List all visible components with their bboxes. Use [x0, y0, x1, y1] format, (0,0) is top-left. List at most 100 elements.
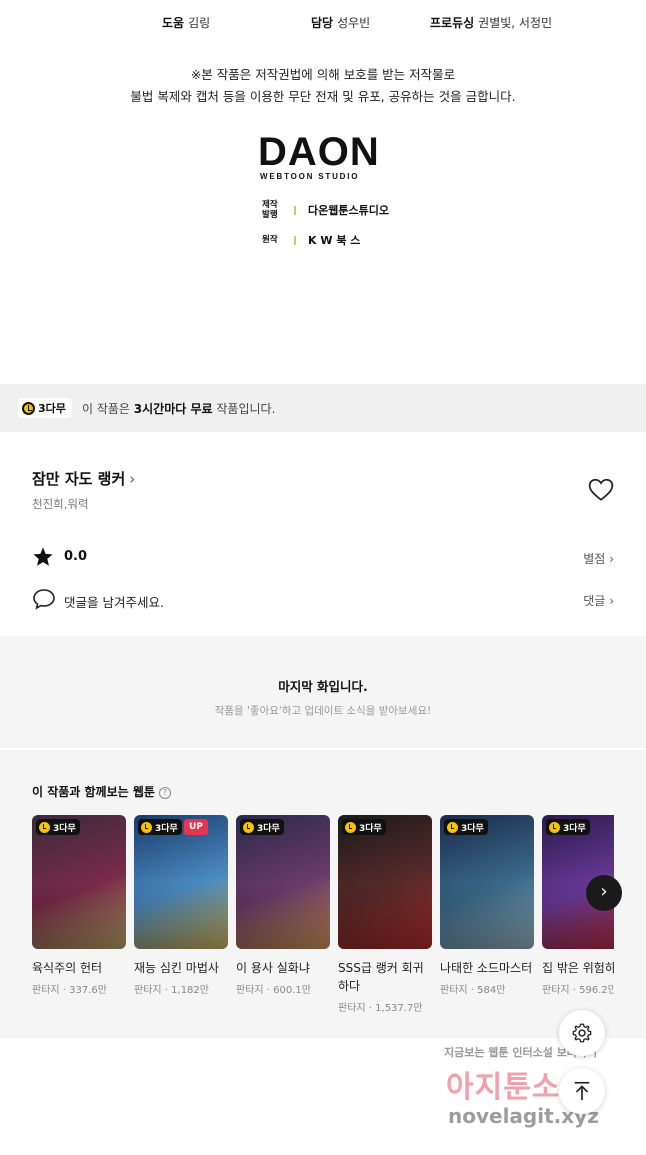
comment-prompt: 댓글을 남겨주세요.	[64, 595, 164, 610]
arrow-up-icon	[574, 1081, 590, 1101]
thumbnail-shade	[440, 882, 534, 949]
recommendation-card[interactable]: 3다무이 용사 실화냐판타지 · 600.1만	[236, 815, 330, 996]
credit-manager: 담당 성우빈	[311, 16, 371, 30]
card-meta: 판타지 · 1,182만	[134, 981, 228, 996]
scroll-top-button[interactable]	[559, 1068, 605, 1114]
card-title[interactable]: 육식주의 헌터	[32, 959, 126, 977]
card-meta: 판타지 · 584만	[440, 981, 534, 996]
3damu-badge: 3다무	[18, 398, 72, 418]
3damu-badge: 3다무	[240, 819, 284, 835]
card-genre: 판타지	[134, 985, 162, 996]
production-key: 원작	[262, 235, 278, 245]
card-title[interactable]: 집 밖은 위험하	[542, 959, 614, 977]
chevron-right-icon: ›	[129, 470, 136, 488]
3damu-badge: 3다무	[342, 819, 386, 835]
card-thumbnail[interactable]: 3다무	[236, 815, 330, 949]
settings-icon	[572, 1023, 592, 1043]
rating-row[interactable]: 0.0 별점 ›	[32, 546, 614, 570]
card-thumbnail[interactable]: 3다무	[32, 815, 126, 949]
card-genre: 판타지	[236, 985, 264, 996]
card-genre: 판타지	[542, 985, 570, 996]
card-genre: 판타지	[338, 1003, 366, 1014]
thumbnail-shade	[32, 882, 126, 949]
last-episode-heading: 마지막 화입니다.	[278, 679, 368, 694]
3damu-badge: 3다무	[36, 819, 80, 835]
chevron-right-icon: ›	[609, 552, 614, 566]
logo-main-text: DAON	[258, 130, 380, 174]
recommendation-title: 이 작품과 함께보는 웹툰?	[32, 783, 171, 800]
notice-line-2: 불법 복제와 캡처 등을 이용한 무단 전재 및 유포, 공유하는 것을 금합니…	[130, 89, 516, 104]
production-publisher: 제작 발행 다온웹툰스튜디오	[262, 200, 389, 220]
card-views: 1,537.7만	[375, 1003, 423, 1014]
divider	[294, 235, 296, 245]
up-badge: UP	[184, 819, 208, 835]
card-genre: 판타지	[32, 985, 60, 996]
card-views: 584만	[477, 985, 506, 996]
card-thumbnail[interactable]: 3다무	[338, 815, 432, 949]
card-views: 600.1만	[273, 985, 311, 996]
separator-dot: ·	[59, 985, 70, 996]
settings-button[interactable]	[559, 1010, 605, 1056]
3damu-badge: 3다무	[444, 819, 488, 835]
copyright-notice: ※본 작품은 저작권법에 의해 보호를 받는 저작물로 불법 복제와 캡처 등을…	[0, 64, 646, 108]
last-episode-sub: 작품을 '좋아요'하고 업데이트 소식을 받아보세요!	[214, 705, 432, 717]
production-key: 제작 발행	[262, 200, 278, 220]
card-thumbnail[interactable]: 3다무	[440, 815, 534, 949]
heart-icon[interactable]	[588, 478, 614, 502]
card-views: 596.2만	[579, 985, 614, 996]
notice-line-1: ※본 작품은 저작권법에 의해 보호를 받는 저작물로	[190, 67, 456, 82]
comment-icon	[33, 589, 55, 610]
card-views: 337.6만	[69, 985, 107, 996]
clock-icon	[22, 401, 35, 415]
card-views: 1,182만	[171, 985, 209, 996]
separator-dot: ·	[161, 985, 172, 996]
help-icon[interactable]: ?	[158, 786, 171, 799]
production-value: 다온웹툰스튜디오	[308, 204, 389, 217]
thumbnail-shade	[236, 882, 330, 949]
card-genre: 판타지	[440, 985, 468, 996]
rating-link[interactable]: 별점 ›	[583, 550, 614, 567]
work-info: 잠만 자도 랭커 › 천진희,워력 0.0 별점 › 댓글을 남겨주세요. 댓글 …	[0, 432, 646, 636]
recommendation-section: 이 작품과 함께보는 웹툰? 3다무 육식주의 헌터 판타지 · 337.6만 3다무…	[0, 750, 646, 1038]
card-title[interactable]: SSS급 랭커 회귀하다	[338, 959, 432, 995]
card-meta: 판타지 · 600.1만	[236, 981, 330, 996]
credits-row: 도움 김링 담당 성우빈 프로듀싱 권별빛, 서정민	[0, 14, 646, 34]
thumbnail-shade	[134, 882, 228, 949]
chevron-right-icon: ›	[600, 881, 608, 902]
separator-dot: ·	[365, 1003, 376, 1014]
clock-icon	[447, 821, 458, 833]
card-meta: 판타지 · 1,537.7만	[338, 999, 432, 1014]
card-title[interactable]: 나태한 소드마스터	[440, 959, 534, 977]
recommendation-card[interactable]: 3다무 SSS급 랭커 회귀하다판타지 · 1,537.7만	[338, 815, 432, 1014]
production-value: K W 북 스	[308, 234, 361, 247]
clock-icon	[549, 821, 560, 833]
banner-text: 이 작품은 3시간마다 무료 작품입니다.	[82, 402, 276, 416]
card-thumbnail[interactable]: 3다무 UP	[134, 815, 228, 949]
3damu-badge: 3다무	[546, 819, 590, 835]
work-authors: 천진희,워력	[32, 497, 89, 511]
separator-dot: ·	[467, 985, 478, 996]
thumbnail-shade	[338, 882, 432, 949]
clock-icon	[243, 821, 254, 833]
rating-value: 0.0	[64, 549, 88, 564]
clock-icon	[141, 821, 152, 833]
card-title[interactable]: 이 용사 실화냐	[236, 959, 330, 977]
separator-dot: ·	[263, 985, 274, 996]
chevron-right-icon: ›	[609, 594, 614, 608]
card-title[interactable]: 재능 심킨 마법사	[134, 959, 228, 977]
3damu-badge: 3다무	[138, 819, 182, 835]
last-episode-notice: 마지막 화입니다. 작품을 '좋아요'하고 업데이트 소식을 받아보세요!	[0, 636, 646, 748]
card-meta: 판타지 · 596.2만	[542, 981, 614, 996]
carousel-next-button[interactable]: ›	[586, 875, 622, 911]
work-title-link[interactable]: 잠만 자도 랭커 ›	[32, 468, 135, 489]
comment-link[interactable]: 댓글 ›	[583, 592, 614, 609]
recommendation-card[interactable]: 3다무 UP 재능 심킨 마법사판타지 · 1,182만	[134, 815, 228, 996]
comment-row[interactable]: 댓글을 남겨주세요. 댓글 ›	[32, 588, 614, 612]
daon-logo: DAON WEBTOON STUDIO	[258, 130, 382, 181]
clock-icon	[39, 821, 50, 833]
recommendation-card[interactable]: 3다무나태한 소드마스터판타지 · 584만	[440, 815, 534, 996]
card-meta: 판타지 · 337.6만	[32, 981, 126, 996]
credit-producer: 프로듀싱 권별빛, 서정민	[430, 16, 553, 30]
production-original: 원작 K W 북 스	[262, 232, 360, 248]
recommendation-card[interactable]: 3다무육식주의 헌터판타지 · 337.6만	[32, 815, 126, 996]
